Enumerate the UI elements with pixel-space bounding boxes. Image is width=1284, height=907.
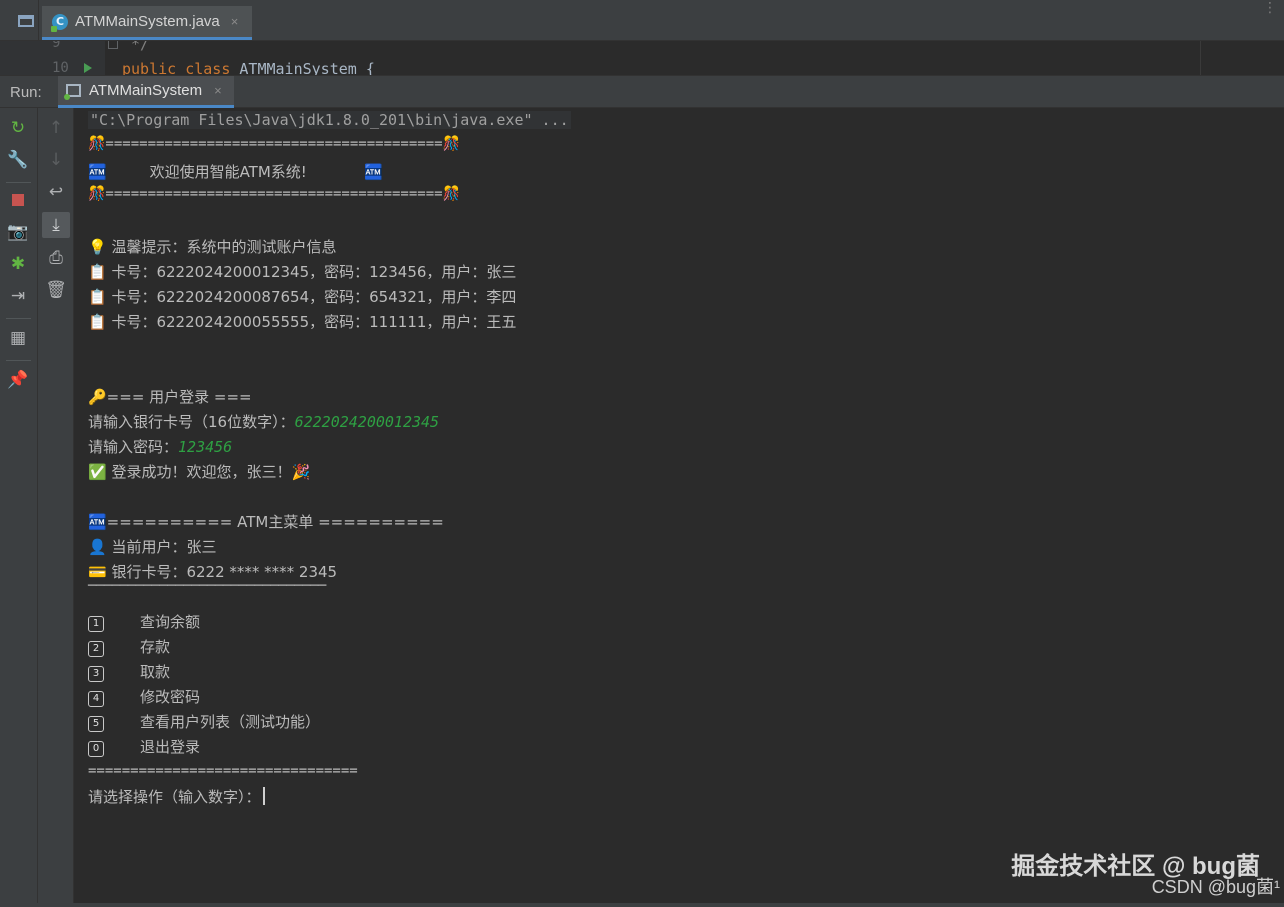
password-prompt: 请输入密码：	[88, 438, 179, 456]
java-class-icon: C	[51, 13, 68, 32]
close-icon[interactable]: ×	[231, 14, 239, 29]
code-keyword: class	[185, 60, 231, 75]
pin-icon[interactable]: 📌	[7, 370, 28, 390]
menu-item: 0 退出登录	[88, 736, 200, 757]
menu-item: 5 查看用户列表（测试功能）	[88, 711, 320, 732]
current-user: 👤 当前用户：张三	[88, 538, 217, 556]
account-line: 📋 卡号：6222024200087654，密码：654321，用户：李四	[88, 288, 517, 306]
close-icon[interactable]: ×	[214, 83, 222, 98]
run-toolbar: ↻ 🔧 📷 ✱ ⇥ ▦ 📌	[0, 108, 38, 907]
run-gutter-icon[interactable]	[84, 63, 92, 73]
menu-item: 2 存款	[88, 636, 170, 657]
menu-item-label: 取款	[140, 663, 171, 681]
keycap-4-icon: 4	[88, 691, 104, 707]
trash-icon[interactable]: 🗑	[45, 280, 67, 300]
console-icon	[64, 84, 81, 100]
code-comment: */	[122, 41, 150, 53]
right-margin-guide	[1200, 41, 1201, 75]
card-prompt: 请输入银行卡号（16位数字）：	[88, 413, 295, 431]
keycap-5-icon: 5	[88, 716, 104, 732]
editor-tab-atm-main-system[interactable]: C ATMMainSystem.java ×	[42, 6, 253, 40]
editor-tab-bar: C ATMMainSystem.java × ⋮	[0, 0, 1284, 41]
account-line: 📋 卡号：6222024200055555，密码：111111，用户：王五	[88, 313, 517, 331]
banner-bottom: 🎊=======================================…	[88, 186, 461, 202]
toolbar-separator	[6, 318, 31, 319]
wrench-icon[interactable]: 🔧	[7, 150, 28, 170]
menu-divider: ──────────────────────────────	[88, 578, 326, 594]
card-prompt-line: 请输入银行卡号（16位数字）：6222024200012345	[88, 411, 439, 432]
run-tool-window-header: Run: ATMMainSystem ×	[0, 75, 1284, 108]
csdn-watermark: CSDN @bug菌¹	[1151, 877, 1280, 897]
arrow-down-icon[interactable]: ↓	[46, 150, 66, 170]
run-tab-label: ATMMainSystem	[89, 82, 203, 99]
menu-item: 3 取款	[88, 661, 170, 682]
java-command-line: "C:\Program Files\Java\jdk1.8.0_201\bin\…	[88, 111, 571, 129]
camera-icon[interactable]: 📷	[7, 222, 28, 242]
keycap-0-icon: 0	[88, 741, 104, 757]
project-window-icon[interactable]	[18, 15, 34, 27]
code-keyword: public	[122, 60, 177, 75]
login-exit-icon[interactable]: ⇥	[8, 286, 28, 306]
keycap-2-icon: 2	[88, 641, 104, 657]
fold-marker-icon[interactable]	[108, 41, 118, 49]
login-success: ✅ 登录成功！欢迎您，张三！🎉	[88, 463, 311, 481]
code-rest: {	[356, 60, 375, 75]
menu-footer: ================================	[88, 763, 358, 779]
toolbar-separator	[6, 360, 31, 361]
run-tab-atm-main-system[interactable]: ATMMainSystem ×	[58, 76, 234, 108]
scroll-to-end-icon[interactable]: ⤓	[42, 212, 70, 238]
choice-prompt: 请选择操作（输入数字）：	[88, 788, 261, 806]
rerun-icon[interactable]: ↻	[8, 118, 28, 138]
layout-icon[interactable]: ▦	[8, 328, 28, 348]
menu-item-label: 修改密码	[140, 688, 201, 706]
password-input: 123456	[178, 438, 233, 456]
banner-title: 🏧 欢迎使用智能ATM系统! 🏧	[88, 163, 383, 181]
arrow-up-icon[interactable]: ↑	[46, 118, 66, 138]
text-caret	[262, 787, 265, 805]
password-prompt-line: 请输入密码：123456	[88, 436, 232, 457]
menu-item-label: 存款	[140, 638, 171, 656]
code-line: public class ATMMainSystem {	[122, 60, 375, 75]
line-number: 9	[52, 41, 61, 51]
console-toolbar: ↑ ↓ ↩ ⤓ ⎙ 🗑	[38, 108, 74, 907]
stop-icon[interactable]	[8, 190, 28, 210]
tip-line: 💡 温馨提示：系统中的测试账户信息	[88, 238, 337, 256]
soft-wrap-icon[interactable]: ↩	[46, 182, 66, 202]
console-output[interactable]: "C:\Program Files\Java\jdk1.8.0_201\bin\…	[74, 108, 1284, 907]
account-line: 📋 卡号：6222024200012345，密码：123456，用户：张三	[88, 263, 517, 281]
run-label: Run:	[10, 84, 42, 101]
menu-item: 1 查询余额	[88, 611, 200, 632]
menu-item: 4 修改密码	[88, 686, 200, 707]
card-number-input: 6222024200012345	[294, 413, 440, 431]
line-number: 10	[52, 60, 69, 75]
keycap-1-icon: 1	[88, 616, 104, 632]
keycap-3-icon: 3	[88, 666, 104, 682]
editor-tab-label: ATMMainSystem.java	[75, 13, 220, 30]
banner-top: 🎊=======================================…	[88, 136, 461, 152]
menu-item-label: 查看用户列表（测试功能）	[140, 713, 321, 731]
menu-header: 🏧========== ATM主菜单 ==========	[88, 513, 444, 531]
print-icon[interactable]: ⎙	[46, 248, 66, 268]
toolbar-separator	[6, 182, 31, 183]
debug-bug-icon[interactable]: ✱	[8, 254, 28, 274]
login-header: 🔑=== 用户登录 ===	[88, 388, 252, 406]
code-editor[interactable]: 9 10 */ public class ATMMainSystem {	[0, 41, 1284, 75]
code-class-name: ATMMainSystem	[239, 60, 357, 75]
menu-item-label: 查询余额	[140, 613, 201, 631]
console-line: "C:\Program Files\Java\jdk1.8.0_201\bin\…	[88, 111, 571, 129]
menu-item-label: 退出登录	[140, 738, 201, 756]
more-tabs-icon[interactable]: ⋮	[1263, 0, 1278, 16]
tab-bar-separator	[38, 0, 39, 40]
choice-prompt-line[interactable]: 请选择操作（输入数字）：	[88, 786, 265, 807]
bottom-edge	[0, 903, 1284, 907]
